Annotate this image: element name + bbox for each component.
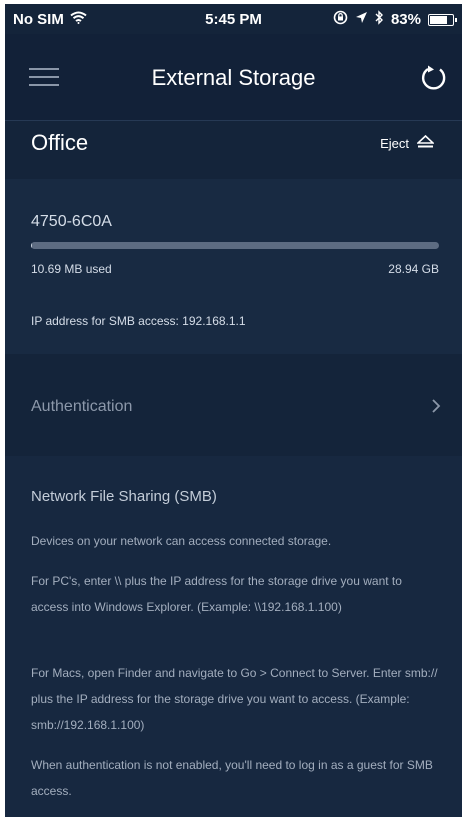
device-name: Office (31, 130, 89, 155)
phone-screen: No SIM 5:45 PM 83% External Storage Offi… (5, 4, 462, 817)
storage-total: 28.94 GB (388, 262, 439, 276)
eject-button[interactable]: Eject (380, 134, 436, 151)
refresh-icon[interactable] (418, 64, 448, 94)
drive-panel: 4750-6C0A 10.69 MB used 28.94 GB IP addr… (5, 179, 462, 354)
storage-usage-bar (31, 242, 439, 249)
battery-icon (428, 13, 457, 26)
smb-paragraph: When authentication is not enabled, you'… (31, 758, 433, 798)
page-title: External Storage (151, 65, 316, 90)
chevron-right-icon (430, 398, 442, 414)
smb-paragraph: For Macs, open Finder and navigate to Go… (31, 666, 438, 732)
storage-used: 10.69 MB used (31, 262, 112, 276)
battery-fill (430, 15, 448, 24)
smb-paragraph: For PC's, enter \\ plus the IP address f… (31, 574, 402, 614)
app-header: External Storage (5, 34, 462, 121)
smb-paragraph: Devices on your network can access conne… (31, 534, 332, 548)
lock-rotation-icon (333, 10, 348, 29)
eject-label: Eject (380, 135, 409, 151)
smb-title: Network File Sharing (SMB) (31, 488, 217, 505)
eject-icon (415, 134, 436, 151)
authentication-label: Authentication (31, 398, 133, 415)
location-icon (355, 11, 368, 28)
status-right: 83% (333, 10, 457, 29)
drive-name: 4750-6C0A (31, 213, 112, 230)
battery-percent: 83% (390, 11, 421, 28)
smb-ip-address: IP address for SMB access: 192.168.1.1 (31, 314, 246, 328)
bluetooth-icon (375, 10, 384, 29)
smb-info-panel: Network File Sharing (SMB) Devices on yo… (5, 456, 462, 817)
status-bar: No SIM 5:45 PM 83% (5, 4, 462, 34)
authentication-row[interactable]: Authentication (5, 369, 462, 441)
